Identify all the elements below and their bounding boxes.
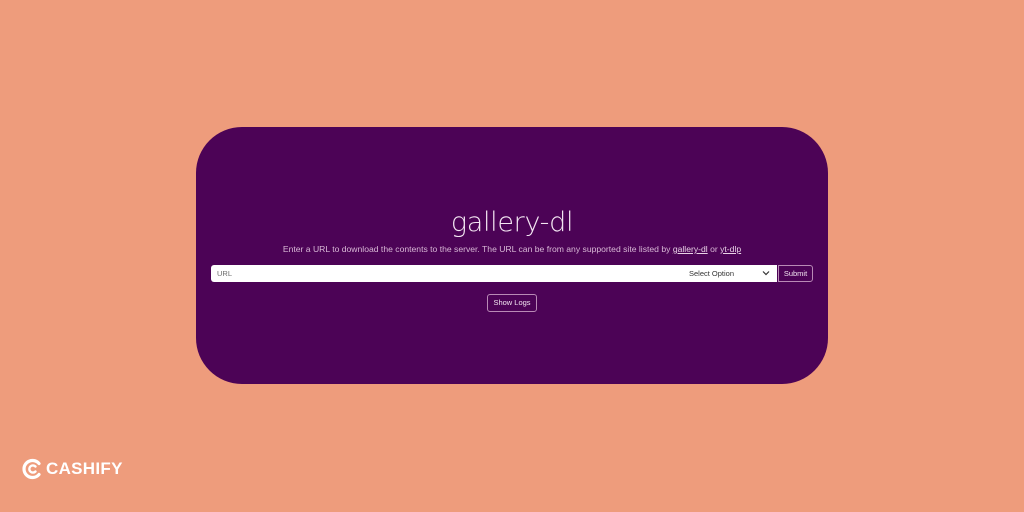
option-select[interactable]: Select Option [681, 265, 777, 282]
cashify-brand-text: CASHIFY [46, 459, 123, 478]
cashify-watermark: CASHIFY [22, 455, 123, 483]
page-description: Enter a URL to download the contents to … [0, 243, 1024, 255]
option-select-value: Select Option [689, 269, 735, 278]
cashify-logo-icon [22, 458, 41, 480]
chevron-down-icon [762, 271, 770, 276]
gallery-dl-link[interactable]: gallery-dl [673, 244, 708, 254]
url-input[interactable]: URL [211, 265, 681, 282]
description-text: Enter a URL to download the contents to … [282, 244, 671, 254]
page-title: gallery-dl [450, 207, 574, 238]
app-card [196, 127, 828, 384]
show-logs-button[interactable]: Show Logs [487, 294, 537, 312]
description-or: or [710, 244, 718, 254]
submit-button[interactable]: Submit [778, 265, 813, 282]
yt-dlp-link[interactable]: yt-dlp [720, 244, 741, 254]
